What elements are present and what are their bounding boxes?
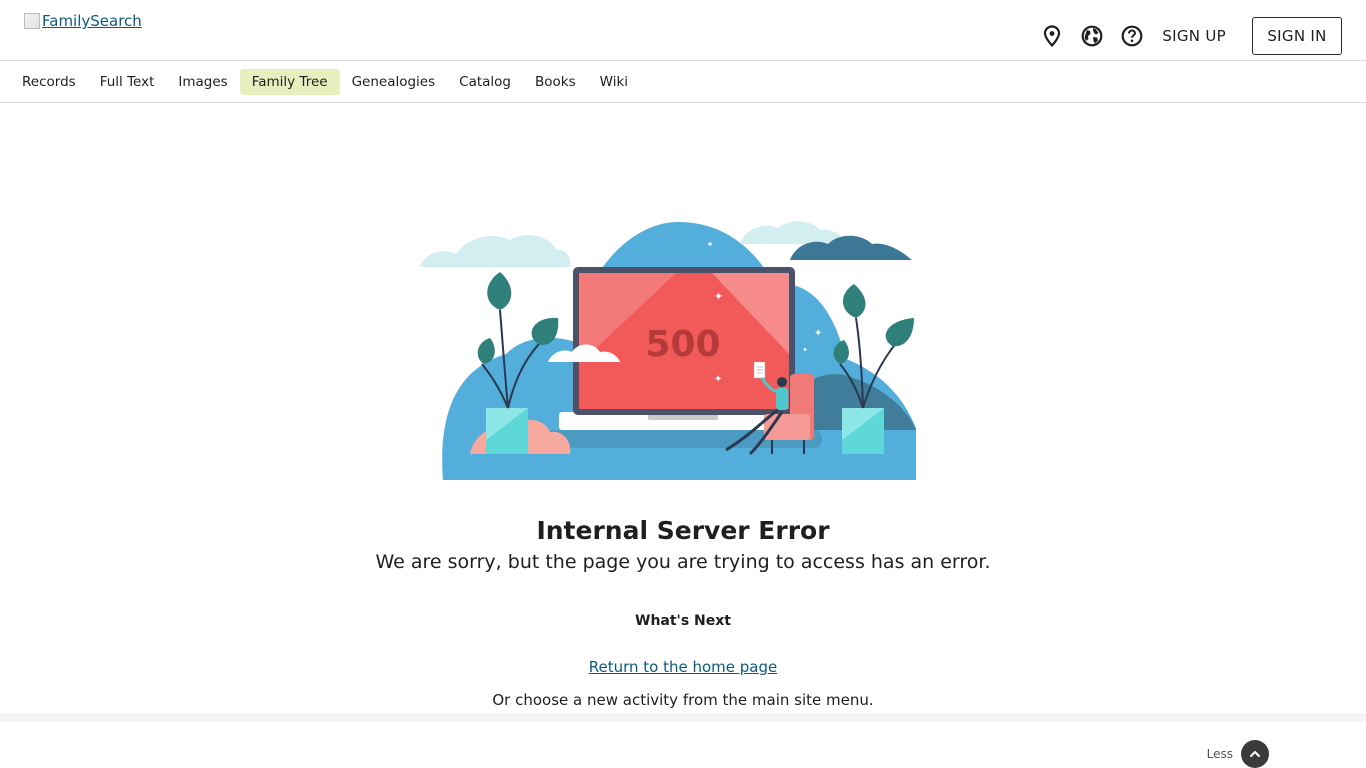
svg-text:✦: ✦ [802, 346, 808, 354]
sign-in-button[interactable]: SIGN IN [1252, 17, 1342, 55]
sign-up-link[interactable]: SIGN UP [1154, 27, 1234, 45]
top-header: FamilySearch SIGN UP SIGN IN [0, 0, 1366, 61]
home-link-wrap: Return to the home page [0, 658, 1366, 676]
nav-item-wiki[interactable]: Wiki [588, 69, 640, 95]
help-icon[interactable] [1112, 17, 1152, 55]
error-message: We are sorry, but the page you are tryin… [375, 551, 991, 573]
header-actions: SIGN UP SIGN IN [1032, 17, 1342, 55]
svg-text:✦: ✦ [714, 374, 722, 385]
nav-item-records[interactable]: Records [10, 69, 88, 95]
error-title: Internal Server Error [536, 516, 830, 545]
familysearch-logo[interactable]: FamilySearch [24, 12, 142, 30]
nav-item-catalog[interactable]: Catalog [447, 69, 523, 95]
footer-toggle[interactable]: Less [1207, 740, 1269, 768]
main-nav: Records Full Text Images Family Tree Gen… [0, 61, 1366, 103]
logo-link[interactable]: FamilySearch [42, 12, 142, 30]
footer-divider [0, 713, 1366, 722]
nav-item-family-tree[interactable]: Family Tree [239, 68, 340, 95]
return-home-link[interactable]: Return to the home page [589, 658, 778, 676]
chevron-up-icon[interactable] [1241, 740, 1269, 768]
or-choose-text: Or choose a new activity from the main s… [492, 691, 874, 709]
error-code-text: 500 [645, 324, 720, 365]
globe-icon[interactable] [1072, 17, 1112, 55]
svg-text:✦: ✦ [814, 328, 822, 339]
nav-item-genealogies[interactable]: Genealogies [340, 69, 448, 95]
nav-item-images[interactable]: Images [166, 69, 239, 95]
nav-item-full-text[interactable]: Full Text [88, 69, 167, 95]
error-illustration: ✦ ✦ ✦ 500 ✦ ✦ [416, 214, 925, 482]
svg-text:✦: ✦ [714, 290, 723, 303]
whats-next-heading: What's Next [635, 613, 731, 629]
location-pin-icon[interactable] [1032, 17, 1072, 55]
nav-item-books[interactable]: Books [523, 69, 588, 95]
less-label: Less [1206, 747, 1233, 761]
broken-image-icon [24, 13, 40, 29]
